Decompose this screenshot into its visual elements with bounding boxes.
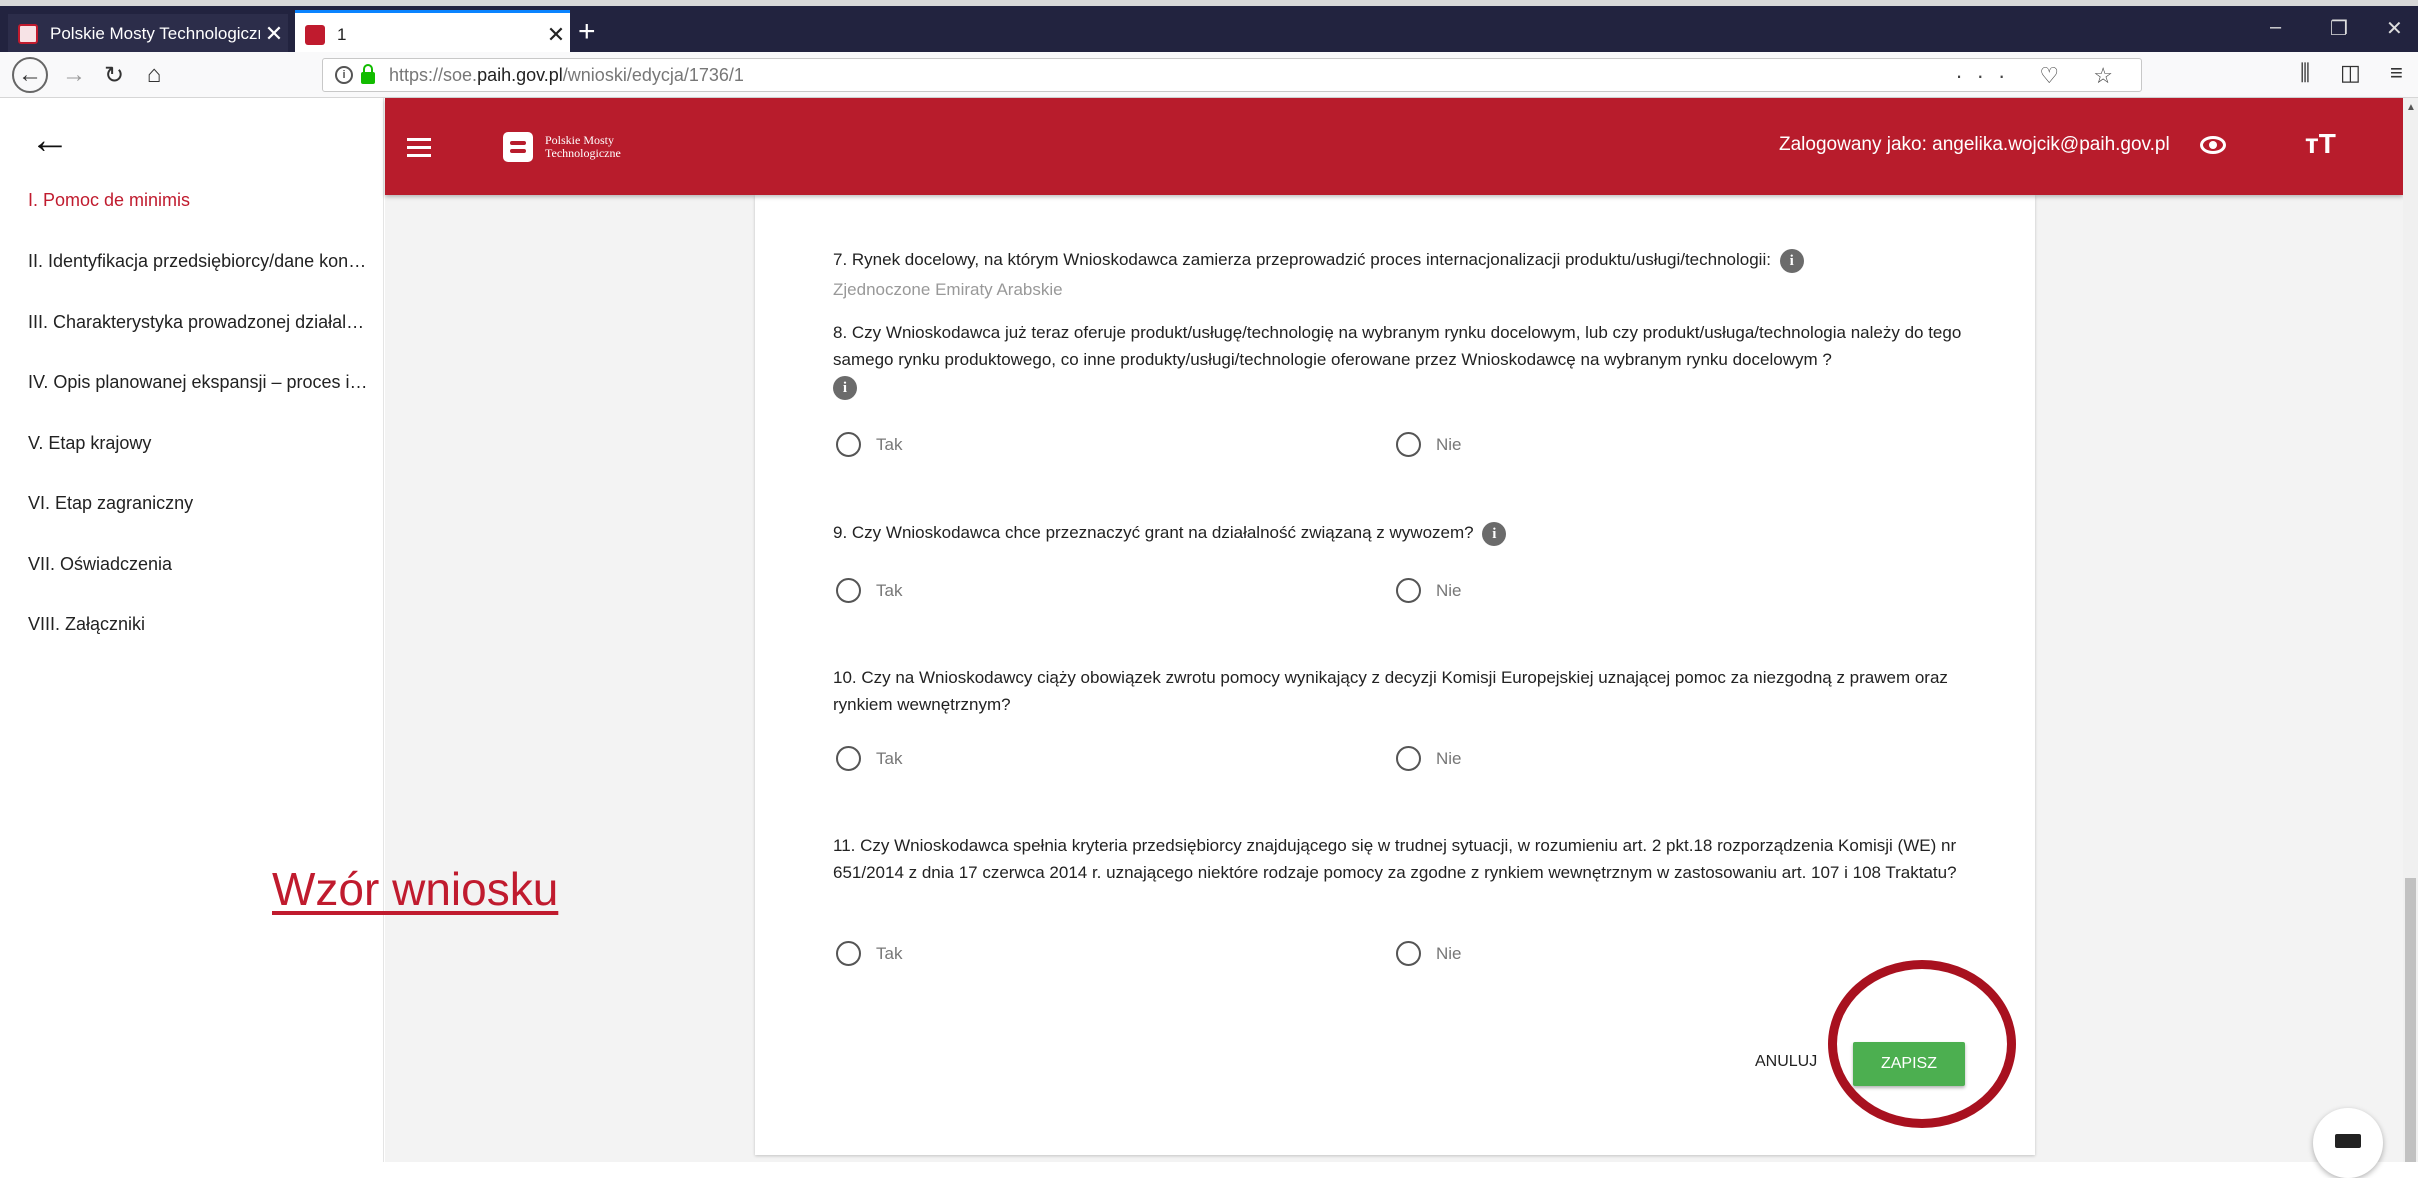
reload-icon[interactable]: ↻ <box>96 57 132 93</box>
tab-close-icon[interactable]: ✕ <box>260 21 288 47</box>
logo-line-1: Polskie Mosty <box>545 133 615 147</box>
q10-radio-nie[interactable]: Nie <box>1396 746 1462 771</box>
highlight-circle <box>1828 960 2016 1128</box>
sidebar-toggle-icon[interactable]: ◫ <box>2340 60 2361 86</box>
radio-label: Tak <box>876 580 903 600</box>
q9-radio-nie[interactable]: Nie <box>1396 578 1462 603</box>
watermark-label: Wzór wniosku <box>272 863 559 915</box>
q9-radio-tak[interactable]: Tak <box>836 578 902 603</box>
question-11: 11. Czy Wnioskodawca spełnia kryteria pr… <box>833 836 1957 882</box>
question-9-text: 9. Czy Wnioskodawca chce przeznaczyć gra… <box>833 523 1474 542</box>
url-bar[interactable]: i https://soe.paih.gov.pl/wnioski/edycja… <box>322 58 2142 92</box>
eye-icon[interactable] <box>2200 136 2226 154</box>
radio-circle-icon <box>1396 746 1421 771</box>
favicon-icon <box>18 24 38 44</box>
back-arrow-icon[interactable]: ← <box>30 118 70 163</box>
q8-radio-tak[interactable]: Tak <box>836 432 902 457</box>
back-arrow-icon[interactable]: ← <box>12 57 48 93</box>
library-icon[interactable]: ⫼ <box>2300 60 2310 86</box>
forward-arrow-icon[interactable]: → <box>56 57 92 93</box>
radio-circle-icon <box>836 432 861 457</box>
url-text: https://soe.paih.gov.pl/wnioski/edycja/1… <box>389 64 744 85</box>
radio-circle-icon <box>836 746 861 771</box>
sidebar-item-opis-ekspansji[interactable]: IV. Opis planowanej ekspansji – proces i… <box>28 372 368 393</box>
question-7: 7. Rynek docelowy, na którym Wnioskodawc… <box>833 246 1963 273</box>
new-tab-button[interactable]: + <box>578 14 596 50</box>
app-logo[interactable]: Polskie Mosty Technologiczne <box>503 132 621 162</box>
sidebar-item-zalaczniki[interactable]: VIII. Załączniki <box>28 614 368 635</box>
home-icon[interactable]: ⌂ <box>136 57 172 93</box>
cancel-button[interactable]: ANULUJ <box>1755 1053 1817 1071</box>
q11-radio-nie[interactable]: Nie <box>1396 941 1462 966</box>
question-7-text: 7. Rynek docelowy, na którym Wnioskodawc… <box>833 250 1771 269</box>
radio-circle-icon <box>1396 432 1421 457</box>
logged-in-user: Zalogowany jako: angelika.wojcik@paih.go… <box>1779 134 2170 155</box>
tab-close-icon[interactable]: ✕ <box>542 22 570 48</box>
print-icon[interactable] <box>2313 1108 2383 1178</box>
q10-radio-tak[interactable]: Tak <box>836 746 902 771</box>
hamburger-menu-icon[interactable] <box>407 138 431 162</box>
scrollbar-thumb[interactable] <box>2405 878 2416 1162</box>
scroll-up-icon[interactable]: ▲ <box>2406 102 2416 113</box>
minimize-button[interactable]: – <box>2270 16 2281 39</box>
favicon-icon <box>305 24 325 45</box>
radio-circle-icon <box>1396 941 1421 966</box>
tab-title: Polskie Mosty Technologiczne <box>50 24 260 43</box>
radio-label: Tak <box>876 434 903 454</box>
question-7-answer: Zjednoczone Emiraty Arabskie <box>833 280 1063 299</box>
sidebar-item-pomoc-de-minimis[interactable]: I. Pomoc de minimis <box>28 190 368 211</box>
radio-circle-icon <box>836 578 861 603</box>
sidebar-item-oswiadczenia[interactable]: VII. Oświadczenia <box>28 554 368 575</box>
restore-button[interactable]: ❐ <box>2330 16 2348 41</box>
logo-line-2: Technologiczne <box>545 146 621 160</box>
info-icon[interactable]: i <box>1482 521 1507 546</box>
radio-label: Nie <box>1436 434 1462 454</box>
q8-radio-nie[interactable]: Nie <box>1396 432 1462 457</box>
menu-icon[interactable]: ≡ <box>2390 60 2403 86</box>
browser-nav-bar: ← → ↻ ⌂ i https://soe.paih.gov.pl/wniosk… <box>0 52 2418 98</box>
sidebar-item-etap-krajowy[interactable]: V. Etap krajowy <box>28 433 368 454</box>
sidebar-item-etap-zagraniczny[interactable]: VI. Etap zagraniczny <box>28 493 368 514</box>
sidebar-item-charakterystyka[interactable]: III. Charakterystyka prowadzonej działal… <box>28 312 368 333</box>
radio-circle-icon <box>1396 578 1421 603</box>
radio-label: Tak <box>876 943 903 963</box>
question-8: 8. Czy Wnioskodawca już teraz oferuje pr… <box>833 319 1963 400</box>
radio-label: Nie <box>1436 943 1462 963</box>
tab-active[interactable]: 1 ✕ <box>295 10 570 56</box>
page-actions-icons[interactable]: ··· ♡ ☆ <box>1955 63 2127 89</box>
radio-circle-icon <box>836 941 861 966</box>
browser-tab-bar: Polskie Mosty Technologiczne ✕ 1 ✕ + – ❐… <box>0 0 2418 56</box>
radio-label: Tak <box>876 748 903 768</box>
scrollbar[interactable]: ▲ <box>2403 98 2418 1162</box>
app-header: Polskie Mosty Technologiczne Zalogowany j… <box>385 98 2403 195</box>
tab-polskie-mosty[interactable]: Polskie Mosty Technologiczne ✕ <box>8 12 288 54</box>
sidebar-item-identyfikacja[interactable]: II. Identyfikacja przedsiębiorcy/dane ko… <box>28 251 368 272</box>
info-icon[interactable]: i <box>833 375 857 400</box>
question-10: 10. Czy na Wnioskodawcy ciąży obowiązek … <box>833 668 1948 714</box>
q11-radio-tak[interactable]: Tak <box>836 941 902 966</box>
lock-icon <box>361 64 375 84</box>
radio-label: Nie <box>1436 748 1462 768</box>
tab-title: 1 <box>337 24 347 44</box>
info-icon[interactable]: i <box>1779 248 1804 273</box>
text-size-icon[interactable]: тT <box>2305 128 2336 160</box>
question-9: 9. Czy Wnioskodawca chce przeznaczyć gra… <box>833 519 1963 546</box>
window-close-button[interactable]: ✕ <box>2386 16 2403 41</box>
logo-mark-icon <box>503 132 533 162</box>
question-8-text: 8. Czy Wnioskodawca już teraz oferuje pr… <box>833 323 1962 369</box>
radio-label: Nie <box>1436 580 1462 600</box>
site-info-icon[interactable]: i <box>335 66 353 84</box>
